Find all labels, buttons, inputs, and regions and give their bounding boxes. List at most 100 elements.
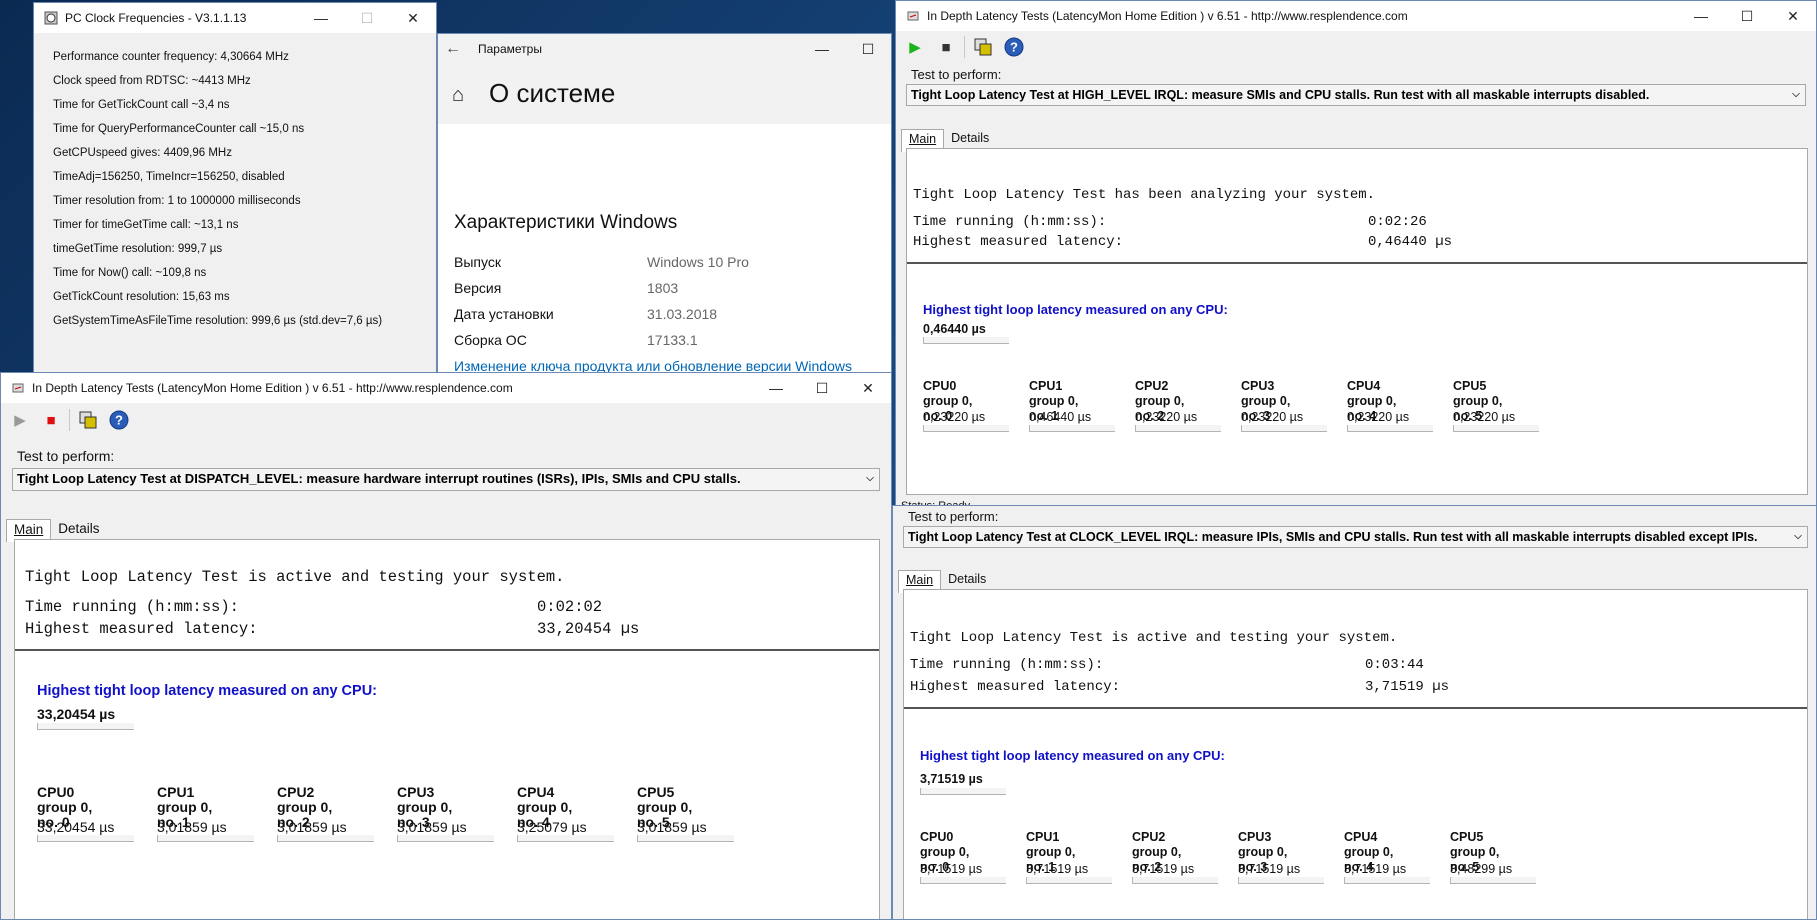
clock-info-line: Time for Now() call: ~109,8 ns — [53, 267, 207, 279]
cpu-cell: CPU1 group 0, no. 1 3,01859 µs — [157, 785, 254, 842]
latencymon-clock-window: Test to perform: Tight Loop Latency Test… — [892, 505, 1817, 920]
cpu-name: CPU3 — [1238, 830, 1272, 844]
cpu-latency-value: 0,23220 µs — [1347, 410, 1410, 424]
cpu-latency-value: 3,71519 µs — [1132, 862, 1195, 876]
maximize-button[interactable]: ☐ — [799, 373, 845, 403]
cpu-name: CPU2 — [1135, 379, 1169, 393]
close-button[interactable]: ✕ — [390, 3, 436, 33]
settings-row: 1803 — [647, 280, 678, 296]
cpu-cell: CPU2 group 0, no. 2 0,23220 µs — [1135, 379, 1221, 432]
page-title: О системе — [489, 78, 616, 108]
close-button[interactable]: ✕ — [1770, 1, 1816, 31]
cpu-cell: CPU2 group 0, no. 2 3,01859 µs — [277, 785, 374, 842]
cpu-group: group 0, — [1347, 394, 1397, 408]
maximize-button[interactable]: ☐ — [344, 3, 390, 33]
settings-row: Дата установки — [454, 306, 554, 322]
cpu-name: CPU3 — [1241, 379, 1275, 393]
highest-latency-value: 3,71519 µs — [1365, 679, 1450, 695]
cpu-group: group 0, — [1132, 845, 1182, 859]
cpu-latency-gauge — [1238, 876, 1324, 884]
minimize-button[interactable]: — — [799, 34, 845, 64]
cpu-latency-value: 0,23220 µs — [923, 410, 986, 424]
cpu-cell: CPU0 group 0, no. 0 33,20454 µs — [37, 784, 134, 842]
cpu-latency-gauge — [1453, 424, 1539, 432]
pc-clock-window: PC Clock Frequencies - V3.1.1.13 — ☐ ✕ P… — [33, 2, 437, 374]
clock-info-line: GetTickCount resolution: 15,63 ms — [53, 291, 230, 303]
chevron-down-icon[interactable]: ⌵ — [1789, 527, 1807, 547]
clock-info-line: Time for GetTickCount call ~3,4 ns — [53, 99, 230, 111]
test-to-perform-label: Test to perform: — [17, 448, 115, 464]
time-running-label: Time running (h:mm:ss): — [913, 214, 1107, 230]
minimize-button[interactable]: — — [753, 373, 799, 403]
status-message: Tight Loop Latency Test is active and te… — [25, 568, 565, 586]
play-icon[interactable]: ▶ — [902, 34, 928, 60]
latencymon-icon — [10, 380, 26, 396]
windows-icon[interactable] — [970, 34, 996, 60]
cpu-cell: CPU3 group 0, no. 3 3,01859 µs — [397, 785, 494, 842]
settings-window-title: Параметры — [478, 42, 542, 56]
cpu-cell: CPU3 group 0, no. 3 3,71519 µs — [1238, 830, 1324, 884]
settings-row: 17133.1 — [647, 332, 698, 348]
product-key-link[interactable]: Изменение ключа продукта или обновление … — [454, 358, 852, 372]
cpu-name: CPU0 — [37, 784, 75, 800]
latencymon-icon — [905, 8, 921, 24]
lm-toolbar: ▶ ■ ? — [1, 403, 891, 437]
cpu-latency-value: 0,23220 µs — [1453, 410, 1516, 424]
panel-divider — [904, 707, 1807, 709]
pc-clock-title: PC Clock Frequencies - V3.1.1.13 — [65, 11, 247, 25]
cpu-name: CPU4 — [1347, 379, 1381, 393]
cpu-group: group 0, — [397, 799, 453, 815]
test-select[interactable]: Tight Loop Latency Test at CLOCK_LEVEL I… — [903, 526, 1808, 548]
cpu-cell: CPU5 group 0, no. 5 0,23220 µs — [1453, 379, 1539, 432]
cpu-group: group 0, — [37, 799, 93, 815]
tab-details[interactable]: Details — [51, 519, 106, 541]
cpu-cell: CPU5 group 0, no. 5 3,48299 µs — [1450, 830, 1536, 884]
time-running-value: 0:03:44 — [1365, 657, 1424, 673]
maximize-button[interactable]: ☐ — [845, 34, 891, 64]
cpu-latency-value: 3,01859 µs — [637, 819, 707, 835]
highest-latency-label: Highest measured latency: — [25, 620, 258, 638]
minimize-button[interactable]: — — [1678, 1, 1724, 31]
setting-key: Версия — [454, 280, 502, 296]
cpu-cell: CPU3 group 0, no. 3 0,23220 µs — [1241, 379, 1327, 432]
test-select[interactable]: Tight Loop Latency Test at DISPATCH_LEVE… — [12, 468, 880, 491]
cpu-latency-gauge — [397, 835, 494, 842]
cpu-latency-gauge — [37, 835, 134, 842]
settings-row: Версия — [454, 280, 501, 296]
main-panel: Tight Loop Latency Test is active and te… — [14, 539, 880, 919]
settings-title-bar: ← Параметры — ☐ — [438, 34, 891, 64]
latencymon-dispatch-window: In Depth Latency Tests (LatencyMon Home … — [0, 372, 892, 920]
cpu-latency-gauge — [1132, 876, 1218, 884]
cpu-latency-gauge — [157, 835, 254, 842]
cpu-latency-gauge — [1029, 424, 1115, 432]
maximize-button[interactable]: ☐ — [1724, 1, 1770, 31]
cpu-cell: CPU0 group 0, no. 0 3,71519 µs — [920, 830, 1006, 884]
windows-icon[interactable] — [75, 407, 101, 433]
stop-icon[interactable]: ■ — [933, 34, 959, 60]
cpu-highest-value: 3,71519 µs — [920, 772, 983, 786]
play-icon[interactable]: ▶ — [7, 407, 33, 433]
help-icon[interactable]: ? — [1001, 34, 1027, 60]
latencymon-high-window: In Depth Latency Tests (LatencyMon Home … — [895, 0, 1817, 515]
test-select[interactable]: Tight Loop Latency Test at HIGH_LEVEL IR… — [906, 84, 1806, 106]
setting-key: Выпуск — [454, 254, 501, 270]
minimize-button[interactable]: — — [298, 3, 344, 33]
main-panel: Tight Loop Latency Test has been analyzi… — [906, 148, 1808, 495]
cpu-latency-value: 3,71519 µs — [1344, 862, 1407, 876]
setting-value: Windows 10 Pro — [647, 254, 749, 270]
cpu-latency-gauge — [1347, 424, 1433, 432]
cpu-highest-title: Highest tight loop latency measured on a… — [37, 683, 377, 699]
cpu-cell: CPU0 group 0, no. 0 0,23220 µs — [923, 379, 1009, 432]
stop-icon[interactable]: ■ — [38, 407, 64, 433]
back-arrow-icon[interactable]: ← — [438, 40, 468, 58]
time-running-value: 0:02:02 — [537, 598, 603, 616]
settings-body: ⌂ О системе Характеристики Windows Выпус… — [438, 64, 891, 372]
help-icon[interactable]: ? — [106, 407, 132, 433]
home-icon[interactable]: ⌂ — [452, 84, 464, 107]
cpu-latency-gauge — [1241, 424, 1327, 432]
cpu-latency-value: 0,23220 µs — [1241, 410, 1304, 424]
chevron-down-icon[interactable]: ⌵ — [1787, 85, 1805, 105]
chevron-down-icon[interactable]: ⌵ — [861, 469, 879, 489]
cpu-latency-gauge — [637, 835, 734, 842]
close-button[interactable]: ✕ — [845, 373, 891, 403]
